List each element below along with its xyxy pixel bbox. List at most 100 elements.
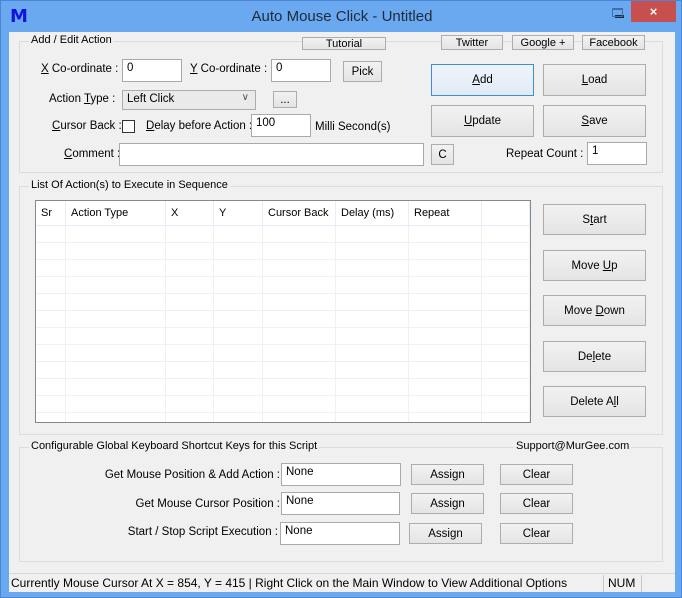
table-cell xyxy=(409,226,482,243)
action-type-select[interactable]: Left Click ∨ xyxy=(122,90,256,110)
twitter-button[interactable]: Twitter xyxy=(441,35,503,50)
shortcut-input[interactable]: None xyxy=(281,492,400,515)
assign-button[interactable]: Assign xyxy=(409,523,482,544)
maximize-icon[interactable] xyxy=(612,8,623,17)
column-delay[interactable]: Delay (ms) xyxy=(336,201,409,226)
support-email[interactable]: Support@MurGee.com xyxy=(514,440,632,452)
clear-button[interactable]: Clear xyxy=(500,493,573,514)
title-bar[interactable]: M Auto Mouse Click - Untitled × xyxy=(1,1,682,33)
clear-button[interactable]: Clear xyxy=(500,523,573,544)
table-row[interactable] xyxy=(36,260,530,277)
table-row[interactable] xyxy=(36,379,530,396)
table-cell xyxy=(336,379,409,396)
table-cell xyxy=(66,294,166,311)
delete-button[interactable]: De l ete xyxy=(543,341,646,372)
facebook-button[interactable]: Facebook xyxy=(582,35,645,50)
y-coordinate-label: Y Co-ordinate : xyxy=(190,63,268,75)
cursor-back-label: Cursor Back : xyxy=(52,120,122,132)
delay-input[interactable]: 100 xyxy=(251,114,311,137)
table-cell xyxy=(482,413,530,422)
table-cell xyxy=(36,277,66,294)
action-type-label: Action Type : xyxy=(49,93,116,105)
cursor-back-checkbox[interactable] xyxy=(122,120,135,133)
table-cell xyxy=(263,311,336,328)
tutorial-button[interactable]: Tutorial xyxy=(302,37,386,50)
more-options-button[interactable]: ... xyxy=(273,91,297,108)
table-cell xyxy=(263,396,336,413)
assign-button[interactable]: Assign xyxy=(411,493,484,514)
delay-unit-label: Milli Second(s) xyxy=(315,121,391,133)
column-x[interactable]: X xyxy=(166,201,214,226)
table-row[interactable] xyxy=(36,328,530,345)
column-extra[interactable] xyxy=(482,201,530,226)
table-cell xyxy=(263,243,336,260)
table-cell xyxy=(409,277,482,294)
move-down-button[interactable]: Move Down xyxy=(543,295,646,326)
close-button[interactable]: × xyxy=(631,1,676,22)
table-row[interactable] xyxy=(36,243,530,260)
update-button[interactable]: Update xyxy=(431,105,534,137)
table-cell xyxy=(263,379,336,396)
table-cell xyxy=(166,379,214,396)
table-row[interactable] xyxy=(36,345,530,362)
assign-button[interactable]: Assign xyxy=(411,464,484,485)
table-row[interactable] xyxy=(36,226,530,243)
table-cell xyxy=(214,396,263,413)
table-cell xyxy=(66,328,166,345)
delete-all-button[interactable]: Delete All xyxy=(543,386,646,417)
table-cell xyxy=(336,226,409,243)
table-cell xyxy=(36,243,66,260)
table-row[interactable] xyxy=(36,413,530,422)
table-cell xyxy=(214,243,263,260)
table-row[interactable] xyxy=(36,396,530,413)
table-cell xyxy=(482,277,530,294)
table-cell xyxy=(409,294,482,311)
action-list-table[interactable]: Sr Action Type X Y Cursor Back Delay (ms… xyxy=(35,200,531,423)
table-cell xyxy=(166,311,214,328)
google-plus-label: Google + xyxy=(520,36,566,49)
table-row[interactable] xyxy=(36,362,530,379)
clear-button[interactable]: Clear xyxy=(500,464,573,485)
table-cell xyxy=(409,243,482,260)
comment-input[interactable] xyxy=(119,143,424,166)
table-row[interactable] xyxy=(36,294,530,311)
table-cell xyxy=(166,294,214,311)
shortcut-input[interactable]: None xyxy=(280,522,400,545)
column-cursor-back[interactable]: Cursor Back xyxy=(263,201,336,226)
pick-button[interactable]: Pick xyxy=(343,61,382,82)
load-button[interactable]: Load xyxy=(543,64,646,96)
column-y[interactable]: Y xyxy=(214,201,263,226)
add-button[interactable]: Add xyxy=(431,64,534,96)
shortcut-input[interactable]: None xyxy=(281,463,401,486)
y-coordinate-input[interactable]: 0 xyxy=(271,59,331,82)
repeat-count-input[interactable]: 1 xyxy=(587,142,647,165)
table-cell xyxy=(263,362,336,379)
save-button[interactable]: Save xyxy=(543,105,646,137)
start-button[interactable]: St art xyxy=(543,204,646,235)
table-cell xyxy=(66,243,166,260)
clear-comment-button[interactable]: C xyxy=(431,144,454,165)
table-cell xyxy=(166,396,214,413)
table-cell xyxy=(409,396,482,413)
table-cell xyxy=(36,345,66,362)
google-plus-button[interactable]: Google + xyxy=(512,35,574,50)
table-cell xyxy=(36,260,66,277)
chevron-down-icon: ∨ xyxy=(241,92,249,103)
table-row[interactable] xyxy=(36,311,530,328)
column-repeat[interactable]: Repeat xyxy=(409,201,482,226)
main-window: M Auto Mouse Click - Untitled × Add / Ed… xyxy=(0,0,682,598)
table-cell xyxy=(263,328,336,345)
move-up-button[interactable]: Move Up xyxy=(543,250,646,281)
table-cell xyxy=(214,226,263,243)
status-text: Currently Mouse Cursor At X = 854, Y = 4… xyxy=(11,576,568,590)
column-action-type[interactable]: Action Type xyxy=(66,201,166,226)
table-cell xyxy=(336,294,409,311)
x-coordinate-input[interactable]: 0 xyxy=(122,59,182,82)
column-sr[interactable]: Sr xyxy=(36,201,66,226)
table-cell xyxy=(409,413,482,422)
table-cell xyxy=(36,226,66,243)
table-cell xyxy=(166,260,214,277)
table-cell xyxy=(214,277,263,294)
table-row[interactable] xyxy=(36,277,530,294)
table-cell xyxy=(409,328,482,345)
